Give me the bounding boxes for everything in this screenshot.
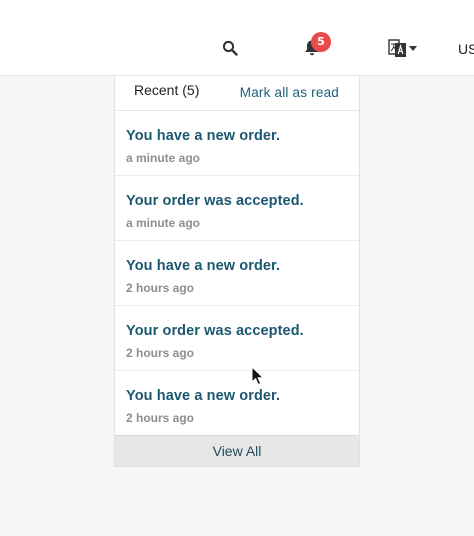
notification-item[interactable]: Your order was accepted. 2 hours ago — [115, 306, 359, 371]
notification-list: You have a new order. a minute ago Your … — [115, 111, 359, 436]
mouse-pointer-icon — [251, 366, 265, 386]
notification-item[interactable]: You have a new order. 2 hours ago — [115, 371, 359, 436]
notification-title: You have a new order. — [126, 258, 281, 274]
notification-time: a minute ago — [126, 151, 201, 165]
notification-count-badge: 5 — [311, 32, 331, 52]
translate-icon[interactable] — [388, 38, 418, 58]
mark-all-as-read-link[interactable]: Mark all as read — [240, 85, 339, 100]
currency-selector[interactable]: USD — [458, 41, 474, 57]
notification-item[interactable]: Your order was accepted. a minute ago — [115, 176, 359, 241]
notification-title: You have a new order. — [126, 388, 281, 404]
top-bar: 5 USD — [0, 0, 474, 76]
notification-title: Your order was accepted. — [126, 323, 304, 339]
notifications-dropdown: Recent (5) Mark all as read You have a n… — [114, 76, 360, 467]
notification-time: 2 hours ago — [126, 411, 195, 425]
notification-time: 2 hours ago — [126, 346, 195, 360]
notification-title: Your order was accepted. — [126, 193, 304, 209]
tab-recent[interactable]: Recent (5) — [134, 82, 199, 98]
notification-time: 2 hours ago — [126, 281, 195, 295]
notification-time: a minute ago — [126, 216, 201, 230]
notification-item[interactable]: You have a new order. 2 hours ago — [115, 241, 359, 306]
notification-title: You have a new order. — [126, 128, 281, 144]
dropdown-header: Recent (5) Mark all as read — [115, 76, 359, 111]
search-icon[interactable] — [222, 40, 238, 56]
view-all-button[interactable]: View All — [115, 435, 359, 466]
notification-item[interactable]: You have a new order. a minute ago — [115, 111, 359, 176]
